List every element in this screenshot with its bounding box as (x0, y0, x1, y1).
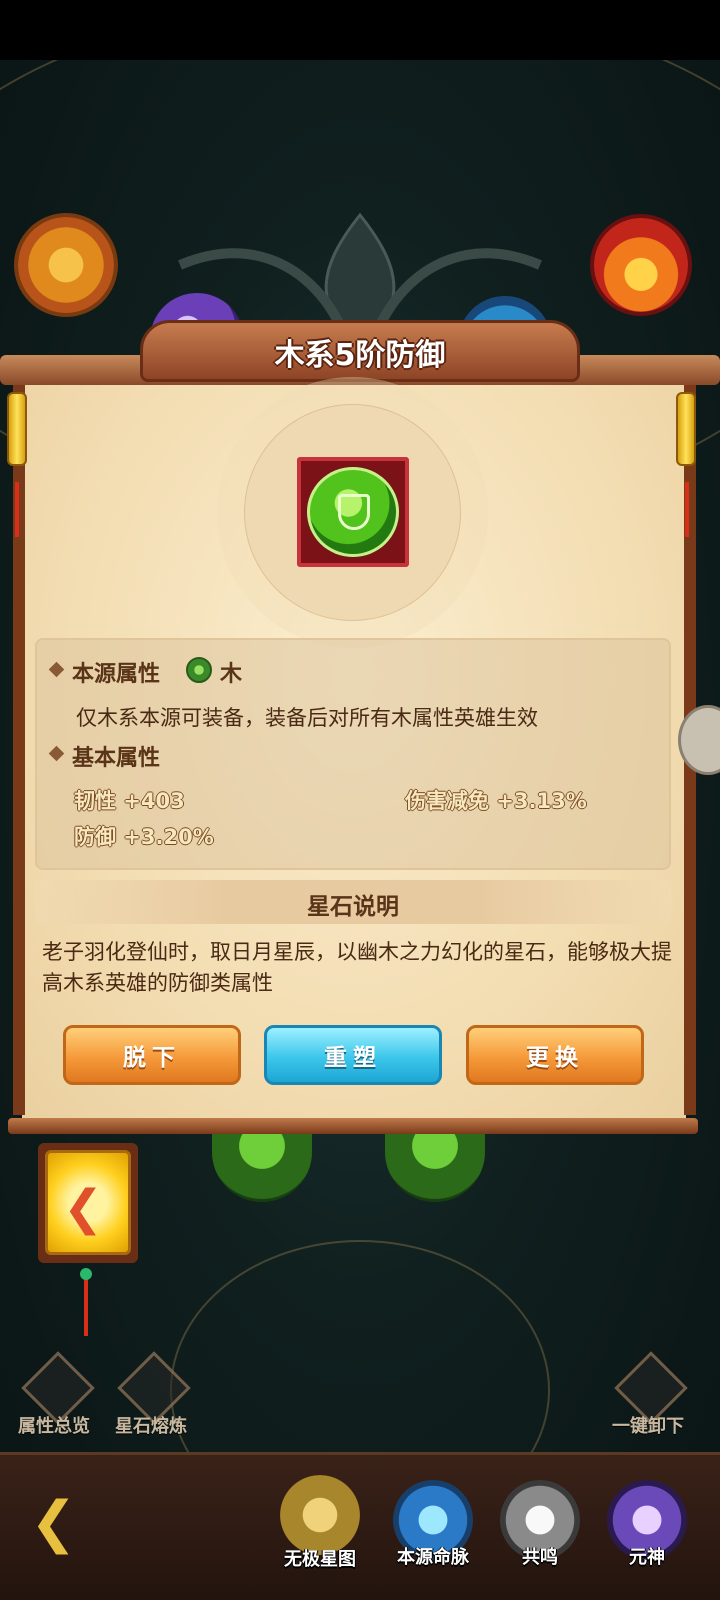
dialog-bottom-frame (8, 1118, 698, 1134)
star-stone-smelt-label[interactable]: 星石熔炼 (115, 1412, 187, 1438)
jade-bead (80, 1268, 92, 1280)
source-element: 木 (220, 662, 243, 687)
red-cord (15, 482, 19, 537)
fire-element-orb-icon[interactable] (594, 218, 688, 312)
basic-attr-heading: 基本属性 (72, 746, 161, 771)
source-attr-description: 仅木系本源可装备，装备后对所有木属性英雄生效 (76, 706, 538, 730)
stat-defense: 防御 +3.20% (74, 825, 214, 849)
unequip-all-label[interactable]: 一键卸下 (612, 1412, 684, 1438)
tab-primordial-spirit[interactable]: 元神 (597, 1543, 697, 1569)
light-element-orb-icon[interactable] (18, 217, 114, 313)
nav-back-arrow-icon[interactable]: ❮ (30, 1490, 77, 1555)
scroll-tassel-icon (7, 392, 27, 466)
back-arrow-icon: ❮ (63, 1180, 104, 1236)
scroll-tassel-icon (676, 392, 696, 466)
replace-button[interactable]: 更换 (466, 1025, 644, 1085)
dialog-title: 木系5阶防御 (274, 338, 446, 373)
attribute-overview-label[interactable]: 属性总览 (18, 1412, 90, 1438)
stat-toughness: 韧性 +403 (74, 789, 185, 813)
red-cord (685, 482, 689, 537)
remove-button[interactable]: 脱下 (63, 1025, 241, 1085)
shield-icon (338, 494, 370, 530)
tab-star-map[interactable]: 无极星图 (270, 1545, 370, 1571)
reshape-button[interactable]: 重塑 (264, 1025, 442, 1085)
star-stone-heading: 星石说明 (307, 894, 399, 920)
star-stone-description: 老子羽化登仙时，取日月星辰，以幽木之力幻化的星石，能够极大提高木系英雄的防御类属… (42, 940, 672, 995)
tab-source-vein[interactable]: 本源命脉 (383, 1543, 483, 1569)
status-bar (0, 0, 720, 60)
tab-resonance[interactable]: 共鸣 (490, 1543, 590, 1569)
wood-element-icon (186, 657, 212, 683)
source-attr-heading: 本源属性 (72, 662, 161, 687)
star-map-tab-icon[interactable] (280, 1475, 360, 1555)
stat-damage-reduction: 伤害减免 +3.13% (405, 789, 587, 813)
